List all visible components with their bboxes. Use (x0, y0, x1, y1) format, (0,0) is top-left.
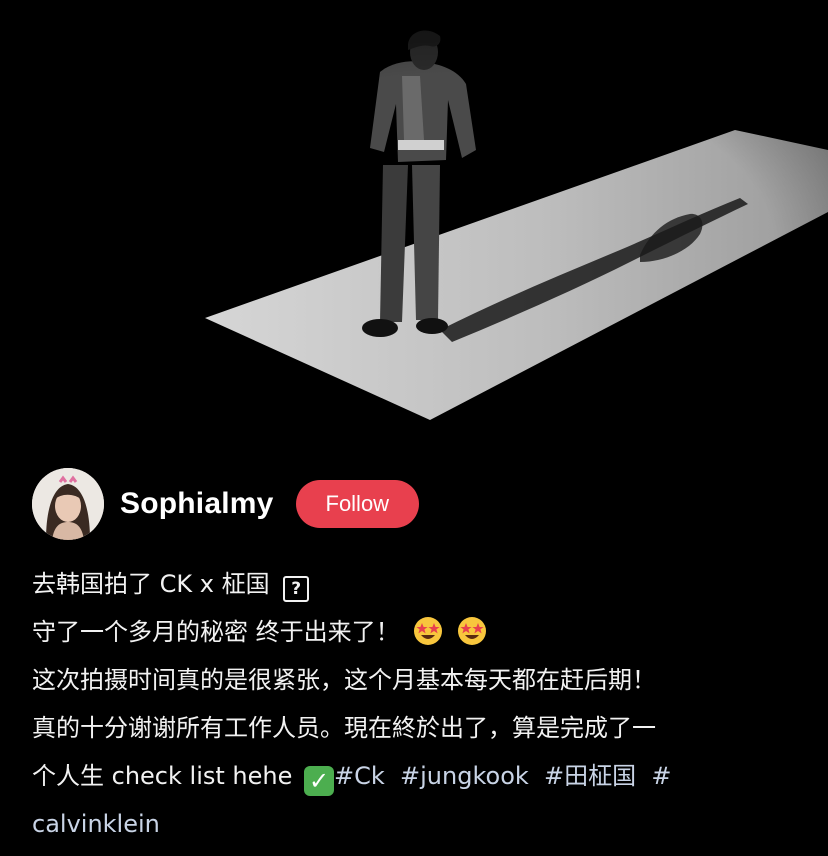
star-struck-emoji-icon (457, 617, 486, 645)
caption-text: 真的十分谢谢所有工作人员。現在終於出了，算是完成了一 (32, 714, 656, 742)
unknown-glyph-icon: ? (283, 576, 310, 602)
caption-text: 个人生 check list hehe (32, 762, 293, 790)
author-name[interactable]: Sophialmy (120, 487, 274, 521)
caption-line: calvinklein (32, 800, 802, 848)
check-mark-emoji-icon: ✓ (304, 766, 334, 796)
caption-text: 这次拍摄时间真的是很紧张，这个月基本每天都在赶后期！ (32, 666, 656, 694)
hashtag-calvinklein-continued[interactable]: calvinklein (32, 810, 160, 838)
caption-line: 个人生 check list hehe ✓ #Ck #jungkook #田柾国 … (32, 752, 802, 800)
caption-line: 真的十分谢谢所有工作人员。現在終於出了，算是完成了一 (32, 704, 802, 752)
hashtag-calvinklein[interactable]: # (651, 762, 671, 790)
caption-line: 去韩国拍了 CK x 柾国 ? (32, 560, 802, 608)
star-struck-emoji-icon (414, 617, 443, 645)
hashtag-jungkook[interactable]: #jungkook (400, 762, 529, 790)
follow-button[interactable]: Follow (295, 480, 420, 528)
post-caption: 去韩国拍了 CK x 柾国 ? 守了一个多月的秘密 终于出来了！ 这次拍摄时间真… (32, 560, 802, 848)
caption-line: 这次拍摄时间真的是很紧张，这个月基本每天都在赶后期！ (32, 656, 802, 704)
hashtag-ck[interactable]: #Ck (334, 762, 385, 790)
caption-text: 去韩国拍了 CK x 柾国 (32, 570, 270, 598)
post-photo[interactable] (0, 0, 828, 450)
author-row: Sophialmy Follow (32, 466, 792, 542)
photo-image (0, 0, 828, 450)
avatar[interactable] (32, 468, 104, 540)
avatar-image (32, 468, 104, 540)
caption-text: 守了一个多月的秘密 终于出来了！ (32, 618, 400, 646)
caption-line: 守了一个多月的秘密 终于出来了！ (32, 608, 802, 656)
hashtag-jungkook-chinese[interactable]: #田柾国 (544, 762, 636, 790)
